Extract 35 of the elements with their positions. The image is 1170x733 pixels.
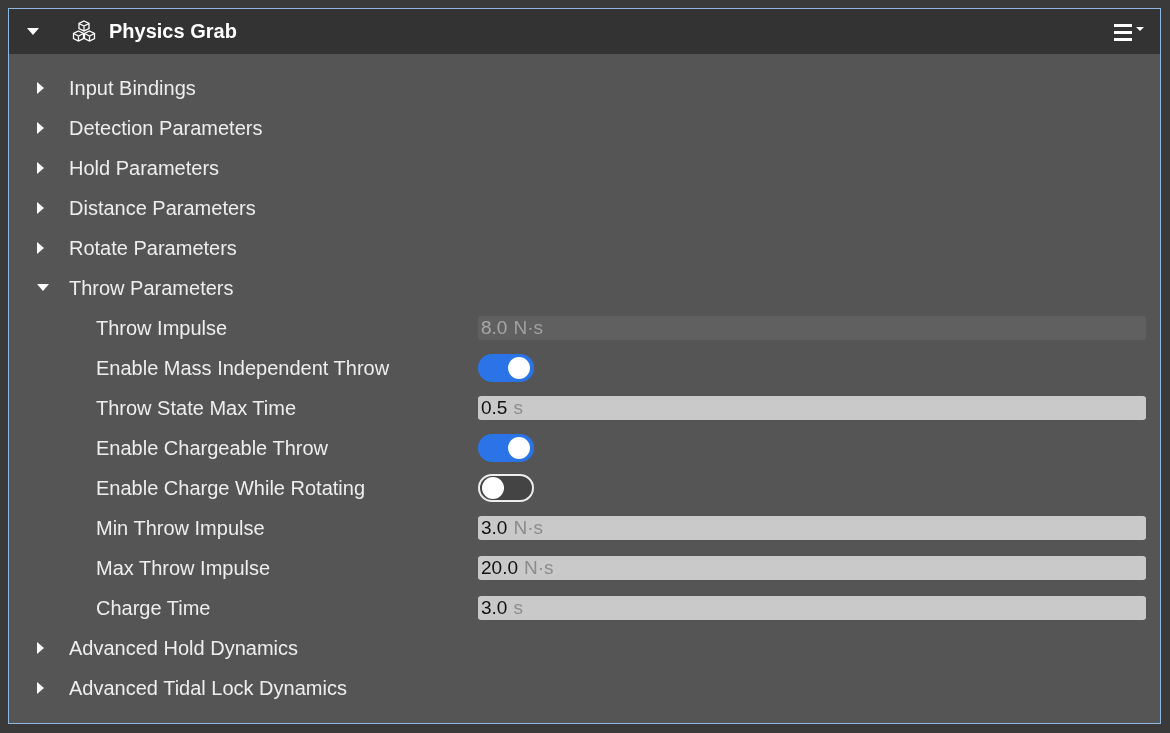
toggle-switch[interactable] [478, 474, 534, 502]
toggle-switch[interactable] [478, 434, 534, 462]
caret-icon [37, 242, 45, 254]
toggle-switch[interactable] [478, 354, 534, 382]
caret-icon [37, 682, 45, 694]
property-label: Max Throw Impulse [96, 556, 272, 580]
number-field[interactable]: 3.0 s [478, 596, 1146, 620]
property-label: Charge Time [96, 596, 212, 620]
group-label: Distance Parameters [69, 196, 256, 220]
caret-icon [37, 122, 45, 134]
property-label: Throw State Max Time [96, 396, 298, 420]
group-label: Input Bindings [69, 76, 196, 100]
number-field[interactable]: 0.5 s [478, 396, 1146, 420]
property-label: Min Throw Impulse [96, 516, 266, 540]
caret-icon [27, 27, 39, 36]
number-field[interactable]: 20.0 N·s [478, 556, 1146, 580]
caret-icon [37, 82, 45, 94]
property-label: Enable Mass Independent Throw [96, 356, 391, 380]
menu-icon[interactable] [1114, 22, 1146, 41]
component-title: Physics Grab [109, 20, 238, 43]
caret-icon [37, 642, 45, 654]
caret-icon [37, 202, 45, 214]
group-label: Advanced Tidal Lock Dynamics [69, 676, 347, 700]
property-label: Throw Impulse [96, 316, 229, 340]
group-label: Advanced Hold Dynamics [69, 636, 298, 660]
group-label: Throw Parameters [69, 276, 234, 300]
group-label: Hold Parameters [69, 156, 220, 180]
group-label: Rotate Parameters [69, 236, 237, 260]
group-label: Detection Parameters [69, 116, 263, 140]
property-label: Enable Chargeable Throw [96, 436, 329, 460]
number-field[interactable]: 3.0 N·s [478, 516, 1146, 540]
cubes-icon [71, 19, 97, 44]
caret-icon [37, 162, 45, 174]
caret-icon [37, 284, 49, 292]
property-label: Enable Charge While Rotating [96, 476, 367, 500]
